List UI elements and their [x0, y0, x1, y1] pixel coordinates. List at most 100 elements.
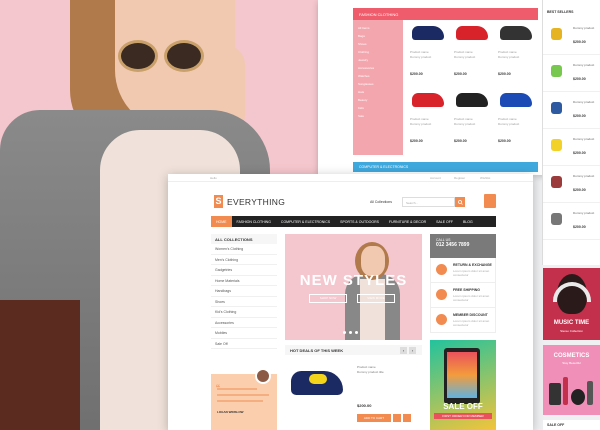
best-sellers-title: BEST SELLERS [547, 10, 574, 14]
next-arrow-icon[interactable]: › [409, 347, 416, 354]
view-more-button[interactable]: VIEW MORE [357, 294, 395, 303]
shop-now-button[interactable]: SHOP NOW [309, 294, 347, 303]
fashion-side-item[interactable]: Watches [358, 74, 398, 82]
fashion-side-item[interactable]: Beauty [358, 98, 398, 106]
computer-header: COMPUTER & ELECTRONICS [353, 162, 538, 172]
product-thumb [551, 65, 562, 77]
product-card[interactable]: Product name Dummy product $200.00 [406, 20, 450, 87]
category-item[interactable]: Kid's Clothing [211, 307, 277, 318]
category-item[interactable]: Women's Clothing [211, 244, 277, 255]
category-item[interactable]: Sale Off [211, 339, 277, 349]
service-icon [436, 314, 447, 325]
carousel-dots[interactable] [343, 331, 361, 334]
store-logo[interactable]: S EVERYTHING [214, 195, 285, 208]
quote-line [217, 394, 269, 396]
category-item[interactable]: Shoes [211, 297, 277, 307]
best-seller-title: Dummy product [573, 100, 595, 104]
register-link[interactable]: Register [454, 176, 465, 180]
nav-item[interactable]: HOME [211, 216, 232, 227]
fashion-side-item[interactable]: Sunglasses [358, 82, 398, 90]
nav-item[interactable]: SPORTS & OUTDOORS [335, 216, 384, 227]
music-title: MUSIC TIME [553, 320, 590, 326]
sale-off-label: SALE OFF [543, 420, 600, 430]
logo-mark: S [214, 195, 223, 208]
account-link[interactable]: Account [430, 176, 441, 180]
category-item[interactable]: Gadgetries [211, 265, 277, 276]
best-seller-item[interactable]: Dummy product $200.00 [543, 166, 600, 203]
product-meta: Product name Dummy product [498, 117, 520, 126]
hot-item-title: Dummy product title [357, 370, 384, 374]
search-category-select[interactable]: All Collections [368, 197, 402, 207]
best-seller-item[interactable]: Dummy product $200.00 [543, 92, 600, 129]
cart-icon[interactable] [484, 194, 496, 208]
hot-item-price: $200.00 [357, 403, 372, 408]
service-icon [436, 264, 447, 275]
compare-icon[interactable] [393, 414, 401, 422]
best-seller-item[interactable]: Dummy product $200.00 [543, 129, 600, 166]
fashion-side-item[interactable]: Shoes [358, 42, 398, 50]
best-seller-item[interactable]: Dummy product $200.00 [543, 203, 600, 240]
best-seller-price: $200.00 [573, 225, 586, 229]
add-to-cart-button[interactable]: ADD TO CART [357, 414, 391, 422]
nav-item[interactable]: BLOG [458, 216, 478, 227]
product-meta: Product name Dummy product [410, 117, 432, 126]
top-bar: Hello Account Register Wishlist [168, 174, 533, 182]
fashion-side-item[interactable]: Kids [358, 106, 398, 114]
cosmetics-sub: Stay Beautiful [562, 361, 581, 365]
quote-line [217, 388, 257, 390]
best-seller-price: $200.00 [573, 151, 586, 155]
search-icon [457, 199, 463, 205]
prev-arrow-icon[interactable]: ‹ [400, 347, 407, 354]
fashion-product-grid: Product name Dummy product $200.00 Product … [406, 20, 538, 155]
hot-deals-bar: HOT DEALS OF THIS WEEK ‹ › [285, 345, 422, 355]
fashion-side-item[interactable]: Hats [358, 90, 398, 98]
fashion-side-item[interactable]: Jewelry [358, 58, 398, 66]
quote-author: LOGAN WINSLOW [217, 410, 244, 414]
cosmetics-promo-banner[interactable]: COSMETICS Stay Beautiful [543, 345, 600, 415]
hot-item-meta: Product name Dummy product title [357, 365, 384, 375]
fashion-side-item[interactable]: Sale [358, 114, 398, 122]
wishlist-icon[interactable] [403, 414, 411, 422]
product-price: $200.00 [410, 139, 423, 143]
best-seller-item[interactable]: Dummy product $200.00 [543, 55, 600, 92]
fashion-side-item[interactable]: All Items [358, 26, 398, 34]
category-item[interactable]: Mobiles [211, 328, 277, 339]
logo-name: EVERYTHING [227, 196, 286, 207]
main-nav: HOME FASHION CLOTHING COMPUTER & ELECTRONI… [211, 216, 496, 227]
best-seller-item[interactable]: Dummy product $200.00 [543, 18, 600, 55]
service-desc: Lorem ipsum dolor sit amet consectetur [453, 269, 490, 277]
category-item[interactable]: Handbags [211, 286, 277, 297]
tablet-screen [447, 352, 477, 398]
shoe-image [500, 26, 532, 40]
shoe-image [291, 371, 343, 395]
hot-deal-item[interactable]: Product name Dummy product title $200.00… [285, 357, 422, 430]
category-item[interactable]: Home Materials [211, 276, 277, 286]
nav-item[interactable]: FURNITURE & DECOR [384, 216, 431, 227]
nav-item[interactable]: SALE OFF [431, 216, 458, 227]
nav-item[interactable]: COMPUTER & ELECTRONICS [276, 216, 335, 227]
product-card[interactable]: Product name Dummy product $200.00 [450, 20, 494, 87]
cosmetics-icon [549, 375, 595, 409]
fashion-side-item[interactable]: Bags [358, 34, 398, 42]
service-column: CALL US 012 3456 7899 RETURN & EXCHANGE L… [430, 234, 496, 334]
product-card[interactable]: Product name Dummy product $200.00 [494, 20, 538, 87]
search-input[interactable]: Search... [402, 197, 455, 207]
product-card[interactable]: Product name Dummy product $200.00 [494, 87, 538, 154]
product-card[interactable]: Product name Dummy product $200.00 [450, 87, 494, 154]
product-price: $200.00 [498, 72, 511, 76]
fashion-side-item[interactable]: Clothing [358, 50, 398, 58]
music-promo-banner[interactable]: MUSIC TIME Stereo Collection [543, 268, 600, 340]
tablet-sale-title: SALE OFF [443, 402, 483, 411]
nav-item[interactable]: FASHION CLOTHING [232, 216, 276, 227]
bag [0, 300, 80, 430]
best-seller-price: $200.00 [573, 40, 586, 44]
search-button[interactable] [455, 197, 465, 207]
category-item[interactable]: Men's Clothing [211, 255, 277, 265]
fashion-side-item[interactable]: Accessories [358, 66, 398, 74]
quote-line [217, 400, 263, 402]
product-card[interactable]: Product name Dummy product $200.00 [406, 87, 450, 154]
tablet-promo-banner[interactable]: SALE OFF FIRST ORDER FOR MEMBER [430, 340, 496, 430]
collections-title: ALL COLLECTIONS [211, 234, 277, 244]
wishlist-link[interactable]: Wishlist [480, 176, 490, 180]
category-item[interactable]: Accessories [211, 318, 277, 328]
